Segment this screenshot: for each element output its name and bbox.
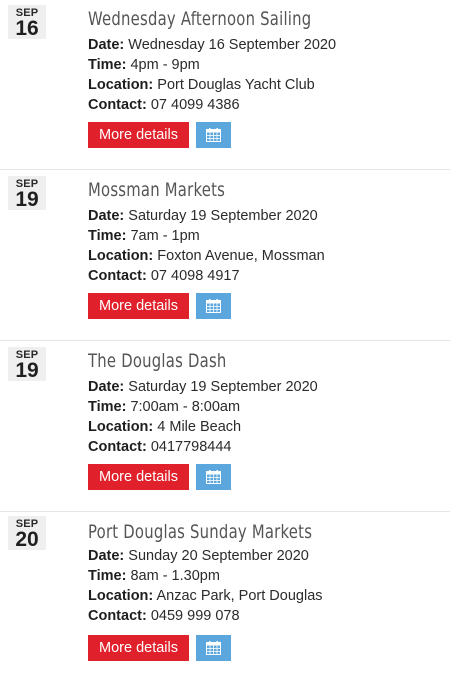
- more-details-button[interactable]: More details: [88, 635, 189, 661]
- date-value: Wednesday 16 September 2020: [128, 37, 337, 53]
- add-to-calendar-button[interactable]: [196, 122, 231, 148]
- time-value: 7:00am - 8:00am: [130, 399, 241, 415]
- calendar-icon: [206, 299, 221, 313]
- location-value: Port Douglas Yacht Club: [157, 77, 315, 93]
- event-contact-line: Contact: 0459 999 078: [88, 606, 240, 626]
- event-date-line: Date: Sunday 20 September 2020: [88, 546, 309, 566]
- date-badge: SEP 20: [8, 516, 46, 550]
- time-label: Time:: [88, 228, 127, 244]
- contact-label: Contact:: [88, 608, 147, 624]
- date-value: Sunday 20 September 2020: [128, 548, 309, 564]
- contact-value: 07 4099 4386: [150, 97, 240, 113]
- event-divider: [0, 511, 450, 512]
- contact-label: Contact:: [88, 97, 147, 113]
- event-title[interactable]: The Douglas Dash: [88, 349, 227, 373]
- event-contact-line: Contact: 0417798444: [88, 437, 232, 457]
- event-time-line: Time: 7:00am - 8:00am: [88, 397, 240, 417]
- time-label: Time:: [88, 399, 127, 415]
- date-badge: SEP 19: [8, 347, 46, 381]
- contact-value: 0459 999 078: [150, 608, 240, 624]
- location-label: Location:: [88, 588, 154, 604]
- event-location-line: Location: Port Douglas Yacht Club: [88, 75, 315, 95]
- contact-label: Contact:: [88, 268, 147, 284]
- event-divider: [0, 340, 450, 341]
- calendar-icon: [206, 470, 221, 484]
- calendar-icon: [206, 128, 221, 142]
- location-value: 4 Mile Beach: [157, 419, 242, 435]
- location-label: Location:: [88, 419, 154, 435]
- date-label: Date:: [88, 379, 125, 395]
- event-date-line: Date: Saturday 19 September 2020: [88, 377, 318, 397]
- contact-value: 07 4098 4917: [150, 268, 240, 284]
- event-location-line: Location: Foxton Avenue, Mossman: [88, 246, 325, 266]
- location-label: Location:: [88, 77, 154, 93]
- event-divider: [0, 169, 450, 170]
- event-contact-line: Contact: 07 4099 4386: [88, 95, 240, 115]
- event-date-line: Date: Saturday 19 September 2020: [88, 206, 318, 226]
- more-details-button[interactable]: More details: [88, 464, 189, 490]
- contact-label: Contact:: [88, 439, 147, 455]
- location-value: Foxton Avenue, Mossman: [157, 248, 325, 264]
- event-title[interactable]: Port Douglas Sunday Markets: [88, 520, 312, 544]
- date-label: Date:: [88, 37, 125, 53]
- add-to-calendar-button[interactable]: [196, 464, 231, 490]
- date-value: Saturday 19 September 2020: [128, 379, 318, 395]
- event-time-line: Time: 8am - 1.30pm: [88, 566, 220, 586]
- time-label: Time:: [88, 568, 127, 584]
- event-time-line: Time: 7am - 1pm: [88, 226, 200, 246]
- contact-value: 0417798444: [150, 439, 232, 455]
- time-value: 4pm - 9pm: [130, 57, 200, 73]
- date-day: 19: [15, 188, 39, 211]
- event-title[interactable]: Wednesday Afternoon Sailing: [88, 7, 311, 31]
- event-location-line: Location: 4 Mile Beach: [88, 417, 241, 437]
- more-details-button[interactable]: More details: [88, 122, 189, 148]
- time-label: Time:: [88, 57, 127, 73]
- date-badge: SEP 16: [8, 5, 46, 39]
- calendar-icon: [206, 641, 221, 655]
- location-label: Location:: [88, 248, 154, 264]
- date-label: Date:: [88, 548, 125, 564]
- date-day: 19: [15, 359, 39, 382]
- date-value: Saturday 19 September 2020: [128, 208, 318, 224]
- location-value: Anzac Park, Port Douglas: [156, 588, 323, 604]
- event-date-line: Date: Wednesday 16 September 2020: [88, 35, 336, 55]
- date-day: 20: [15, 528, 39, 551]
- time-value: 8am - 1.30pm: [130, 568, 220, 584]
- add-to-calendar-button[interactable]: [196, 635, 231, 661]
- add-to-calendar-button[interactable]: [196, 293, 231, 319]
- event-contact-line: Contact: 07 4098 4917: [88, 266, 240, 286]
- date-label: Date:: [88, 208, 125, 224]
- time-value: 7am - 1pm: [130, 228, 200, 244]
- date-day: 16: [15, 17, 39, 40]
- date-badge: SEP 19: [8, 176, 46, 210]
- event-location-line: Location: Anzac Park, Port Douglas: [88, 586, 323, 606]
- event-time-line: Time: 4pm - 9pm: [88, 55, 200, 75]
- more-details-button[interactable]: More details: [88, 293, 189, 319]
- event-title[interactable]: Mossman Markets: [88, 178, 225, 202]
